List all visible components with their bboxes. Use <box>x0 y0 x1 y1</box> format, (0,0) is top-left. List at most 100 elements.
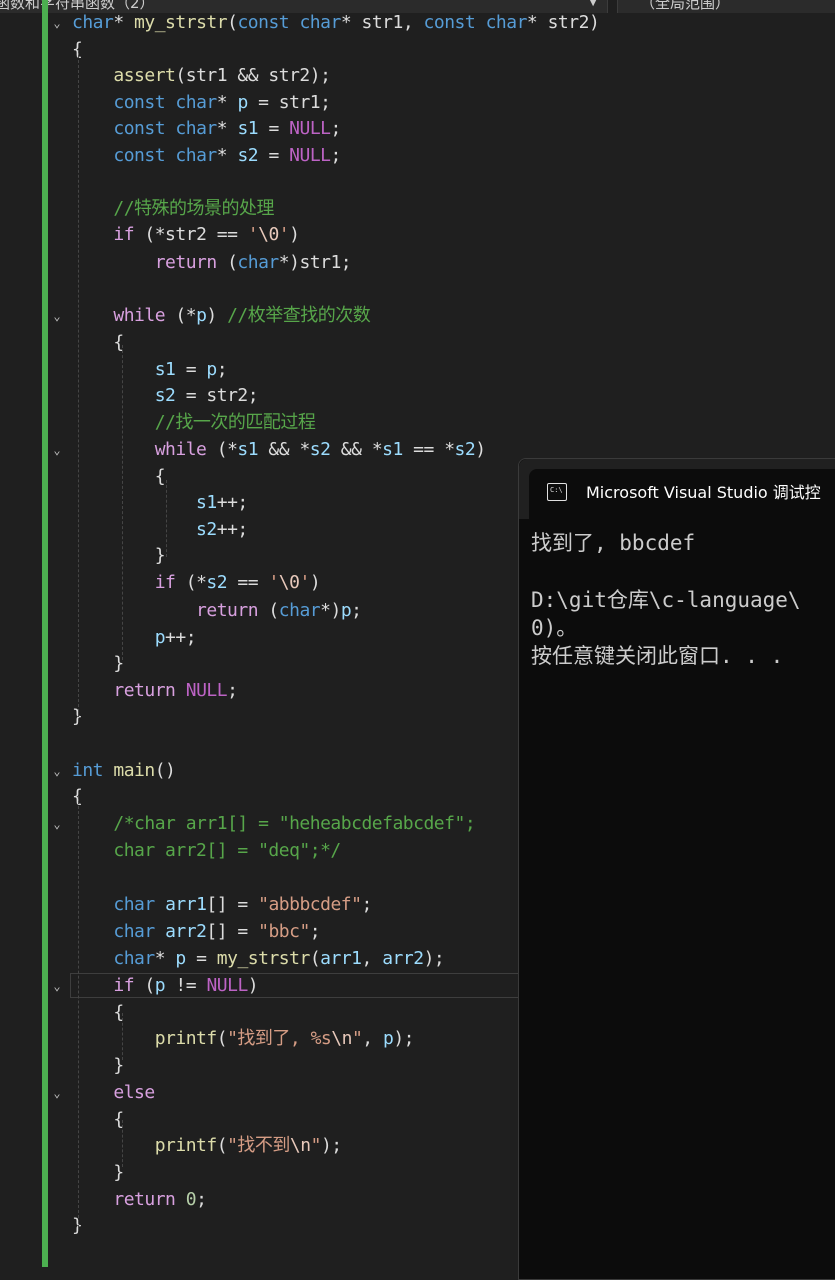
code-token: { <box>72 1002 124 1023</box>
code-line[interactable]: s2 = str2; <box>72 383 259 409</box>
code-line[interactable]: char* my_strstr(const char* str1, const … <box>72 10 600 36</box>
code-token: arr1 <box>320 948 362 969</box>
code-line[interactable]: else <box>72 1080 155 1106</box>
code-line[interactable]: //找一次的匹配过程 <box>72 410 316 436</box>
code-line[interactable]: return (char*)p; <box>72 598 362 624</box>
code-token: = <box>258 145 290 166</box>
code-token: p <box>382 1028 394 1049</box>
code-line[interactable]: while (*s1 && *s2 && *s1 == *s2) <box>72 437 486 463</box>
code-line[interactable]: const char* s1 = NULL; <box>72 116 341 142</box>
code-line[interactable]: const char* s2 = NULL; <box>72 143 341 169</box>
code-token: char <box>113 948 155 969</box>
code-line[interactable]: //特殊的场景的处理 <box>72 196 274 222</box>
code-line[interactable]: printf("找不到\n"); <box>72 1133 342 1159</box>
code-token: p <box>175 948 186 969</box>
code-line[interactable]: s1++; <box>72 490 248 516</box>
code-token: s2 <box>309 439 331 460</box>
code-token: printf <box>154 1028 218 1049</box>
code-token: /*char arr1[] = "heheabcdefabcdef"; <box>113 813 476 834</box>
code-line[interactable]: return (char*)str1; <box>72 250 352 276</box>
code-token: arr2 <box>382 948 424 969</box>
code-token: NULL <box>185 680 228 701</box>
code-token: s2 <box>196 519 217 540</box>
code-line[interactable]: } <box>72 543 166 569</box>
code-token: ) <box>309 572 321 593</box>
code-token: ( <box>227 12 238 33</box>
code-token: //找一次的匹配过程 <box>154 412 316 433</box>
code-line[interactable]: int main() <box>72 758 176 784</box>
code-token: * <box>154 948 176 969</box>
fold-chevron-icon[interactable]: ⌄ <box>50 437 64 463</box>
code-token: return <box>113 1189 176 1210</box>
fold-chevron-icon[interactable]: ⌄ <box>50 1080 64 1106</box>
fold-chevron-icon[interactable]: ⌄ <box>50 811 64 837</box>
code-token: && * <box>258 439 310 460</box>
code-token: ; <box>351 600 362 621</box>
code-line[interactable]: while (*p) //枚举查找的次数 <box>72 303 370 329</box>
code-token: s1 <box>196 492 217 513</box>
code-token: ++; <box>165 627 197 648</box>
code-line[interactable]: if (p != NULL) <box>72 973 258 999</box>
code-token: const <box>113 145 166 166</box>
code-token: * <box>216 145 238 166</box>
code-token: *) <box>320 600 341 621</box>
code-token: s1 <box>237 439 259 460</box>
code-token: ); <box>393 1028 415 1049</box>
code-token: ( <box>216 1135 228 1156</box>
code-line[interactable]: { <box>72 1107 124 1133</box>
fold-chevron-icon[interactable]: ⌄ <box>50 758 64 784</box>
indent-guide <box>78 50 79 717</box>
code-line[interactable]: return 0; <box>72 1187 207 1213</box>
code-line[interactable]: s1 = p; <box>72 357 228 383</box>
code-line[interactable]: { <box>72 330 124 356</box>
code-line[interactable]: if (*str2 == '\0') <box>72 222 300 248</box>
code-token: char <box>299 12 341 33</box>
code-token: my_strstr <box>216 948 311 969</box>
code-line[interactable]: { <box>72 1000 124 1026</box>
code-token: char <box>72 12 114 33</box>
code-line[interactable]: char* p = my_strstr(arr1, arr2); <box>72 946 444 972</box>
code-token: char <box>175 145 217 166</box>
code-token: my_strstr <box>134 12 228 33</box>
code-token: && * <box>330 439 383 460</box>
code-line[interactable]: } <box>72 651 124 677</box>
code-line[interactable]: s2++; <box>72 517 248 543</box>
code-line[interactable]: /*char arr1[] = "heheabcdefabcdef"; <box>72 811 475 837</box>
code-token: return <box>196 600 259 621</box>
fold-chevron-icon[interactable]: ⌄ <box>50 303 64 329</box>
fold-chevron-icon[interactable]: ⌄ <box>50 10 64 36</box>
fold-chevron-icon[interactable]: ⌄ <box>50 973 64 999</box>
code-token: if <box>113 224 135 245</box>
code-token: = str1; <box>247 92 331 113</box>
console-line: D:\git仓库\c-language\ <box>531 588 801 612</box>
code-token: char <box>485 12 528 33</box>
code-token: = str2; <box>175 385 259 406</box>
code-line[interactable]: assert(str1 && str2); <box>72 63 331 89</box>
code-line[interactable]: } <box>72 1160 124 1186</box>
code-line[interactable]: return NULL; <box>72 678 238 704</box>
console-tab[interactable]: Microsoft Visual Studio 调试控 <box>529 469 835 519</box>
code-token: char <box>278 600 321 621</box>
code-line[interactable]: } <box>72 1053 124 1079</box>
code-line[interactable]: if (*s2 == '\0') <box>72 570 321 596</box>
code-line[interactable]: { <box>72 464 166 490</box>
code-line[interactable]: char arr1[] = "abbbcdef"; <box>72 892 372 918</box>
code-line[interactable]: char arr2[] = "bbc"; <box>72 919 320 945</box>
code-line[interactable]: p++; <box>72 625 197 651</box>
code-token: return <box>113 680 176 701</box>
code-token: ; <box>330 145 342 166</box>
code-line[interactable]: printf("找到了, %s\n", p); <box>72 1026 415 1052</box>
code-token: ; <box>361 894 372 915</box>
debug-console-window[interactable]: Microsoft Visual Studio 调试控 找到了, bbcdef … <box>518 458 835 1280</box>
code-line[interactable]: const char* p = str1; <box>72 90 331 116</box>
code-token: const <box>113 92 166 113</box>
code-line[interactable]: char arr2[] = "deq";*/ <box>72 838 341 864</box>
